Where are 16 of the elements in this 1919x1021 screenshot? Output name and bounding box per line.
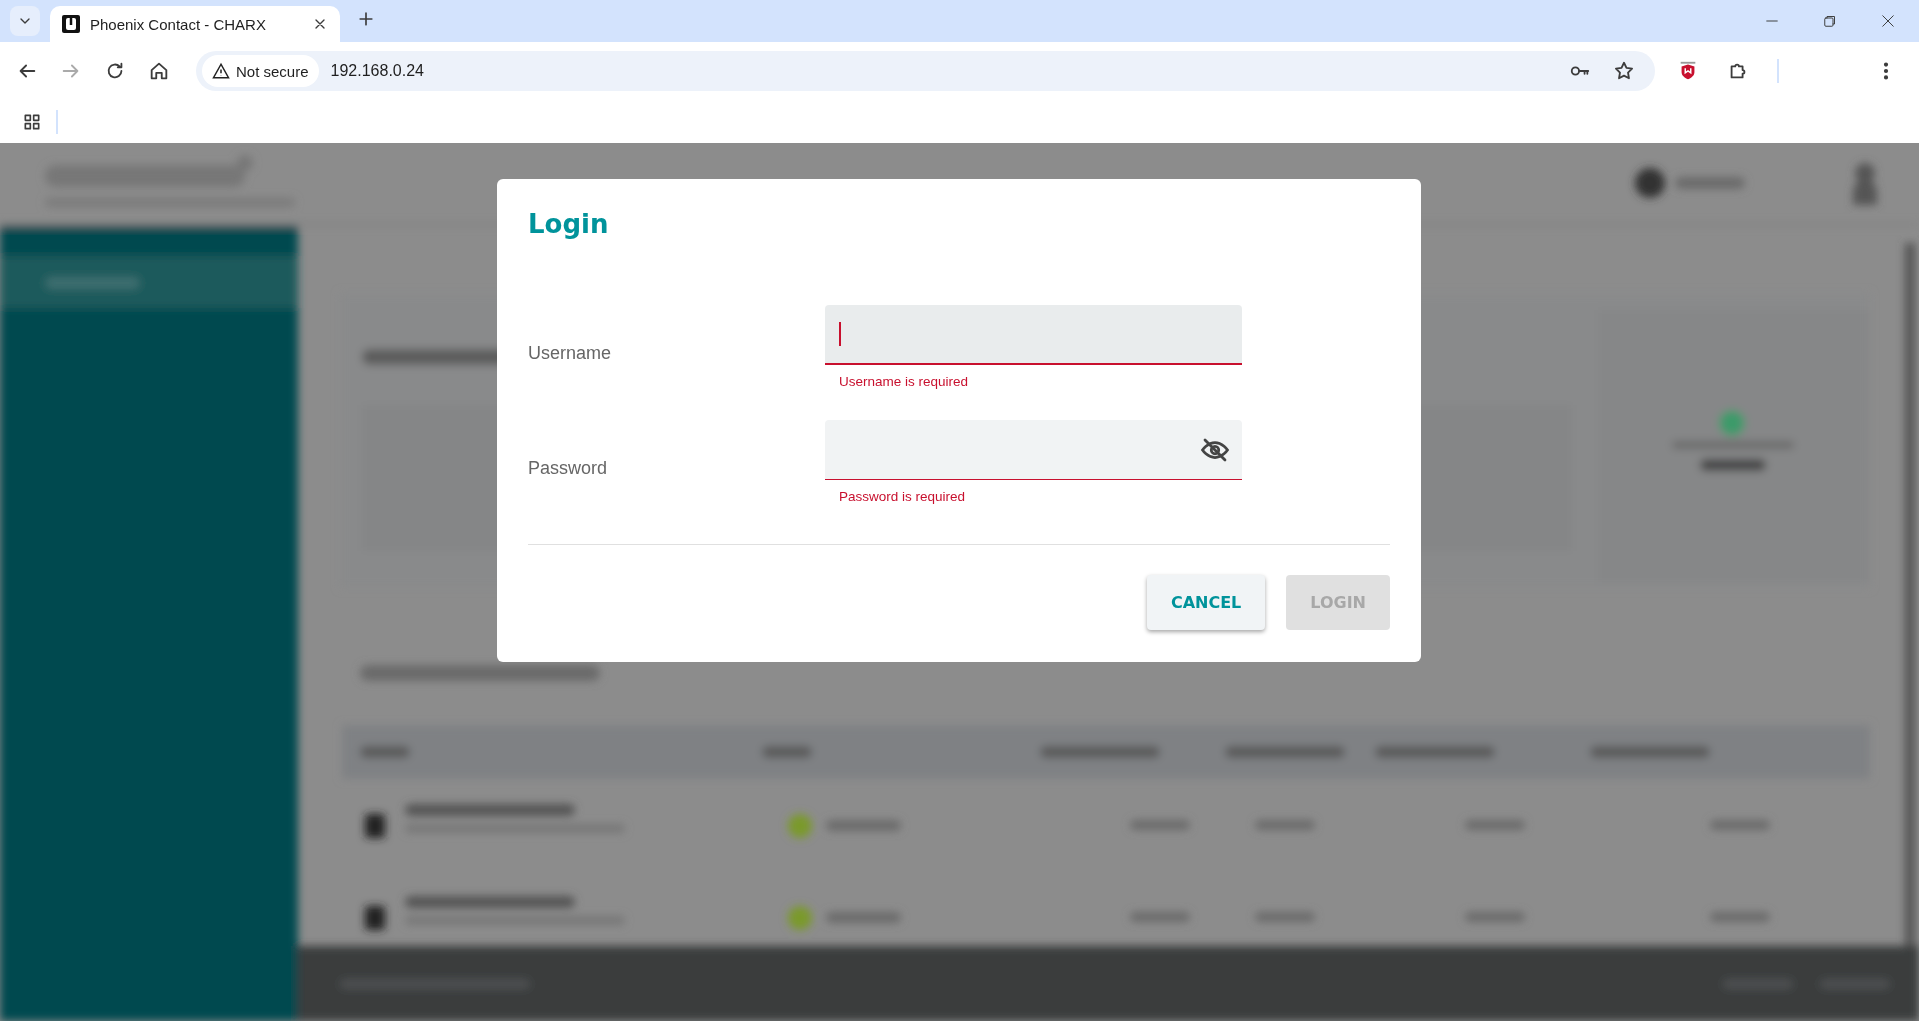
warning-icon [212,62,230,80]
security-chip[interactable]: Not secure [202,55,319,87]
username-field[interactable] [825,305,1242,365]
error-message: Password is required [838,488,967,504]
address-bar[interactable]: Not secure 192.168.0.24 [196,51,1655,91]
field-label: Username [528,342,613,364]
home-icon[interactable] [148,60,170,82]
error-message: Username is required [838,373,970,389]
url-text: 192.168.0.24 [330,62,425,80]
dialog-title: Login [528,209,610,239]
field-label: Password [528,457,609,479]
browser-tab[interactable]: Phoenix Contact - CHARX [50,6,340,42]
favicon-icon [62,15,80,33]
close-icon[interactable] [1879,12,1897,30]
password-field[interactable] [825,420,1242,480]
star-icon[interactable] [1613,60,1635,82]
